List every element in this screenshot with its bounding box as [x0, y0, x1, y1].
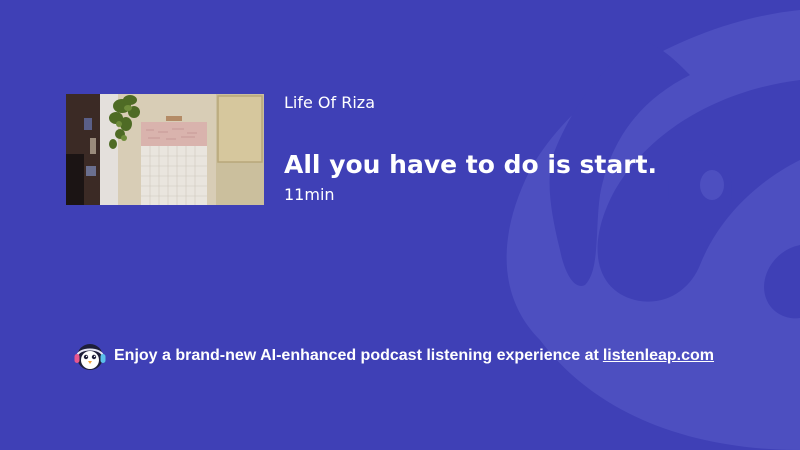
- background-mascot-icon: [506, 10, 800, 450]
- episode-title[interactable]: All you have to do is start.: [284, 149, 657, 181]
- listenleap-link[interactable]: listenleap.com: [603, 347, 714, 365]
- promo-banner: Enjoy a brand-new AI-enhanced podcast li…: [74, 341, 714, 371]
- thumbnail-image: [66, 94, 264, 205]
- episode-duration: 11min: [284, 185, 335, 204]
- episode-thumbnail[interactable]: [66, 94, 264, 205]
- promo-text: Enjoy a brand-new AI-enhanced podcast li…: [114, 347, 599, 364]
- penguin-headphones-icon: [74, 344, 106, 370]
- show-name[interactable]: Life Of Riza: [284, 93, 375, 113]
